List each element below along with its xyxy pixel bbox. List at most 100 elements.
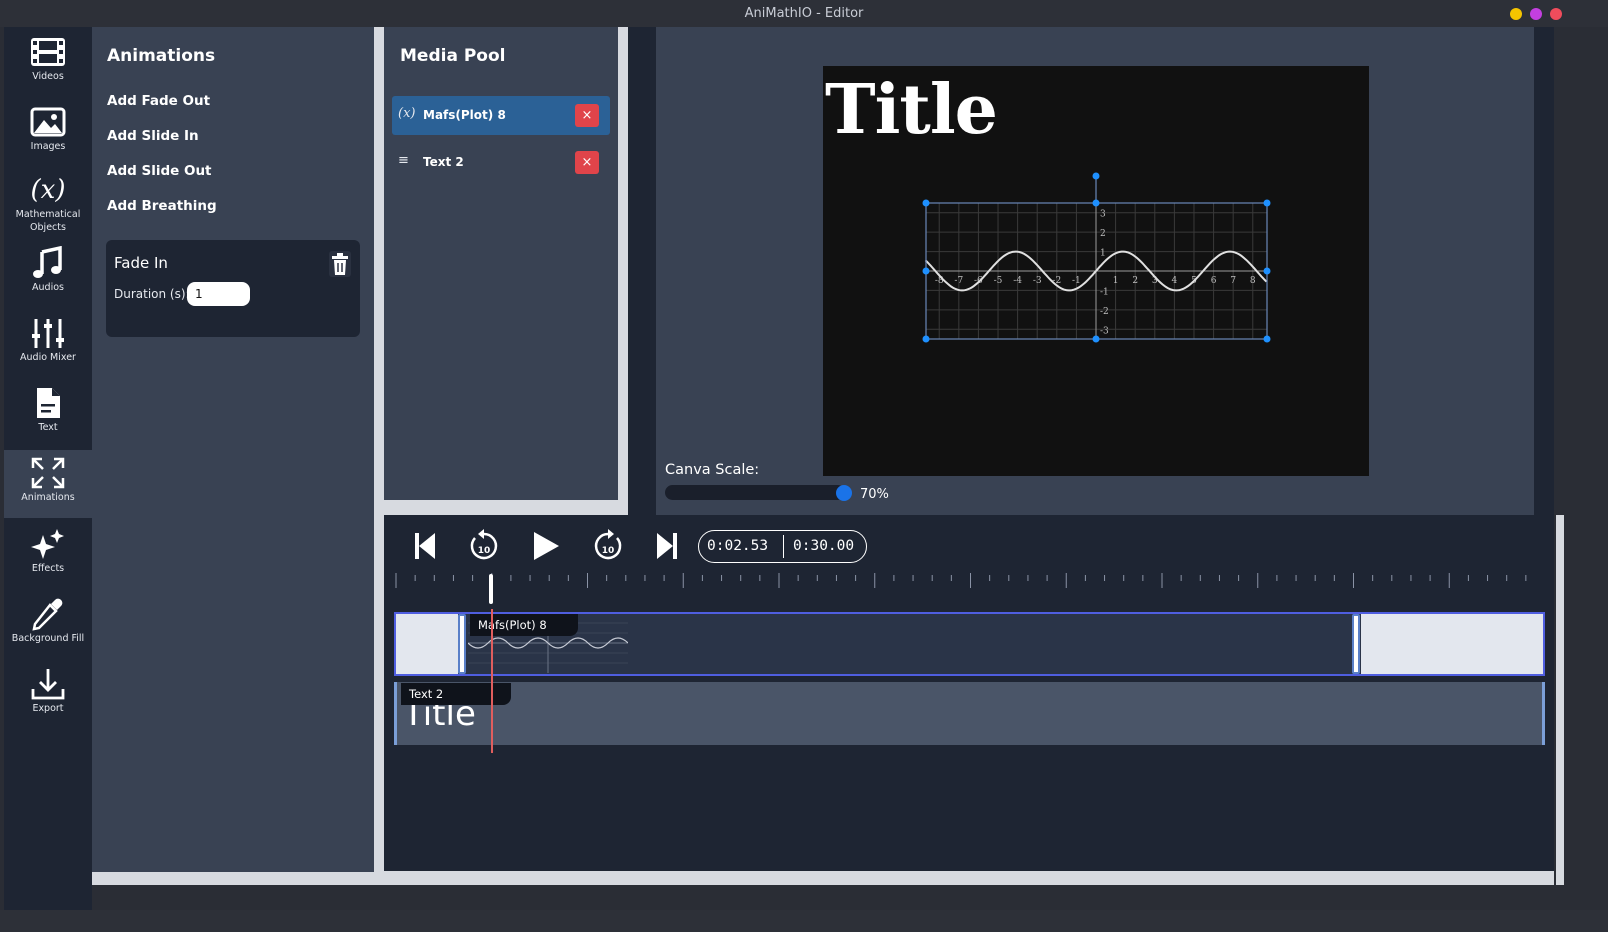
plot-x-tick: 8 bbox=[1250, 276, 1256, 286]
sidebar-item-videos[interactable]: Videos bbox=[4, 35, 92, 105]
play-button[interactable] bbox=[527, 528, 565, 564]
plot-y-tick: 3 bbox=[1100, 210, 1106, 220]
eyedropper-icon bbox=[32, 598, 63, 631]
current-time: 0:02.53 bbox=[707, 538, 769, 554]
expand-icon bbox=[31, 457, 65, 489]
vertical-scrollbar-thumb[interactable] bbox=[1556, 515, 1564, 885]
plot-x-tick: -1 bbox=[1072, 276, 1081, 286]
fade-in-card: Fade In Duration (s): bbox=[106, 240, 360, 337]
preview-canvas[interactable]: Title -8 -7 -6 -5 -4 -3 -2 -1 1 2 3 4 5 6 7 8 3 2 1 -1 -2 -3 bbox=[823, 66, 1369, 476]
function-icon: (x) bbox=[398, 106, 416, 121]
sidebar-item-mathematical-objects[interactable]: (x) Mathematical Objects bbox=[4, 173, 92, 243]
add-slide-in-button[interactable]: Add Slide In bbox=[107, 128, 199, 144]
skip-to-start-button[interactable] bbox=[406, 528, 444, 564]
plot-y-tick: 2 bbox=[1100, 229, 1106, 239]
sidebar-item-label: Videos bbox=[32, 71, 64, 82]
plot-y-tick: -3 bbox=[1100, 326, 1109, 336]
clip-trimmed-region-left bbox=[396, 614, 458, 674]
minimize-button[interactable] bbox=[1510, 8, 1522, 20]
add-breathing-button[interactable]: Add Breathing bbox=[107, 198, 217, 214]
image-icon bbox=[30, 107, 66, 137]
plot-x-tick: 1 bbox=[1113, 276, 1119, 286]
plot-y-tick: -2 bbox=[1100, 307, 1109, 317]
timecode-separator bbox=[783, 535, 784, 558]
sidebar-item-label: Mathematical Objects bbox=[15, 209, 81, 233]
sidebar-item-effects[interactable]: Effects bbox=[4, 527, 92, 597]
playhead-line[interactable] bbox=[491, 609, 493, 753]
plot-x-tick: -5 bbox=[994, 276, 1003, 286]
canvas-scale-label: Canva Scale: bbox=[665, 462, 760, 478]
clip-trim-handle-right[interactable] bbox=[1352, 614, 1360, 674]
sidebar-item-audio-mixer[interactable]: Audio Mixer bbox=[4, 316, 92, 386]
rewind-10-icon: 10 bbox=[470, 529, 498, 560]
playhead-handle[interactable] bbox=[489, 574, 493, 604]
duration-label: Duration (s): bbox=[114, 287, 190, 301]
close-button[interactable] bbox=[1550, 8, 1562, 20]
media-pool-scrollbar-h[interactable] bbox=[384, 500, 618, 515]
svg-text:10: 10 bbox=[478, 546, 491, 556]
track-label-plot: Mafs(Plot) 8 bbox=[470, 614, 578, 636]
svg-text:(x): (x) bbox=[31, 175, 66, 205]
sidebar-item-label: Effects bbox=[31, 563, 65, 574]
window-titlebar: AniMathIO - Editor bbox=[0, 0, 1608, 27]
plot-y-tick: -1 bbox=[1100, 287, 1109, 297]
plot-x-tick: 2 bbox=[1132, 276, 1138, 286]
canvas-scale-slider-thumb[interactable] bbox=[836, 485, 852, 501]
sidebar-item-text[interactable]: Text bbox=[4, 386, 92, 456]
sidebar-item-animations[interactable]: Animations bbox=[4, 450, 92, 518]
document-icon bbox=[37, 388, 60, 418]
remove-item-button[interactable]: × bbox=[575, 151, 599, 174]
sidebar-item-background-fill[interactable]: Background Fill bbox=[4, 597, 92, 667]
timeline-track-text[interactable]: Title bbox=[394, 682, 1545, 745]
plot-x-tick: 6 bbox=[1211, 276, 1217, 286]
timeline-scrollbar[interactable] bbox=[384, 871, 1554, 885]
sidebar-item-label: Text bbox=[38, 422, 58, 433]
fade-in-title: Fade In bbox=[114, 254, 168, 272]
canvas-scale-slider[interactable] bbox=[665, 485, 845, 500]
maximize-button[interactable] bbox=[1530, 8, 1542, 20]
delete-animation-button[interactable] bbox=[329, 251, 351, 277]
sidebar-item-audios[interactable]: Audios bbox=[4, 246, 92, 316]
horizontal-scrollbar[interactable] bbox=[92, 872, 374, 885]
media-pool-item-plot[interactable]: (x) Mafs(Plot) 8 × bbox=[392, 96, 610, 135]
plot-x-tick: 4 bbox=[1172, 276, 1178, 286]
music-icon bbox=[33, 246, 62, 278]
sidebar-item-export[interactable]: Export bbox=[4, 667, 92, 737]
clip-trim-handle-left[interactable] bbox=[458, 614, 466, 674]
timeline-ruler[interactable] bbox=[394, 572, 1544, 592]
media-pool-item-text[interactable]: ≡ Text 2 × bbox=[392, 143, 610, 182]
sidebar-item-images[interactable]: Images bbox=[4, 105, 92, 175]
skip-to-end-button[interactable] bbox=[648, 528, 686, 564]
timecode-display: 0:02.53 0:30.00 bbox=[698, 530, 867, 563]
sidebar-item-label: Audios bbox=[32, 282, 64, 293]
track-label-text: Text 2 bbox=[401, 683, 511, 705]
animations-title: Animations bbox=[107, 46, 216, 66]
rewind-10-button[interactable]: 10 bbox=[465, 528, 503, 564]
forward-10-button[interactable]: 10 bbox=[589, 528, 627, 564]
preview-gutter bbox=[628, 27, 656, 515]
duration-input[interactable] bbox=[187, 282, 250, 306]
media-pool-item-name: Mafs(Plot) 8 bbox=[423, 108, 506, 122]
add-fade-out-button[interactable]: Add Fade Out bbox=[107, 93, 210, 109]
animations-panel: Animations Add Fade Out Add Slide In Add… bbox=[92, 27, 374, 872]
plot-y-tick: 1 bbox=[1100, 249, 1106, 259]
sidebar-item-label: Background Fill bbox=[11, 633, 85, 644]
add-slide-out-button[interactable]: Add Slide Out bbox=[107, 163, 212, 179]
svg-text:10: 10 bbox=[602, 546, 615, 556]
trash-icon bbox=[332, 253, 348, 275]
remove-item-button[interactable]: × bbox=[575, 104, 599, 127]
vertical-scrollbar[interactable] bbox=[1554, 27, 1568, 885]
sparkles-icon bbox=[31, 529, 64, 559]
media-pool-title: Media Pool bbox=[400, 46, 506, 66]
media-pool-scrollbar-v[interactable] bbox=[618, 27, 628, 515]
skip-back-icon bbox=[415, 533, 435, 559]
plot-x-tick: -3 bbox=[1033, 276, 1042, 286]
canvas-scale-value: 70% bbox=[860, 487, 889, 502]
total-time: 0:30.00 bbox=[793, 538, 855, 554]
skip-forward-icon bbox=[657, 533, 677, 559]
plot-object[interactable]: -8 -7 -6 -5 -4 -3 -2 -1 1 2 3 4 5 6 7 8 321-1-2-3 bbox=[823, 66, 1369, 476]
forward-10-icon: 10 bbox=[594, 529, 622, 560]
media-pool-panel: Media Pool (x) Mafs(Plot) 8 × ≡ Text 2 × bbox=[384, 27, 618, 500]
function-icon: (x) bbox=[31, 175, 66, 205]
panel-divider[interactable] bbox=[374, 27, 384, 885]
